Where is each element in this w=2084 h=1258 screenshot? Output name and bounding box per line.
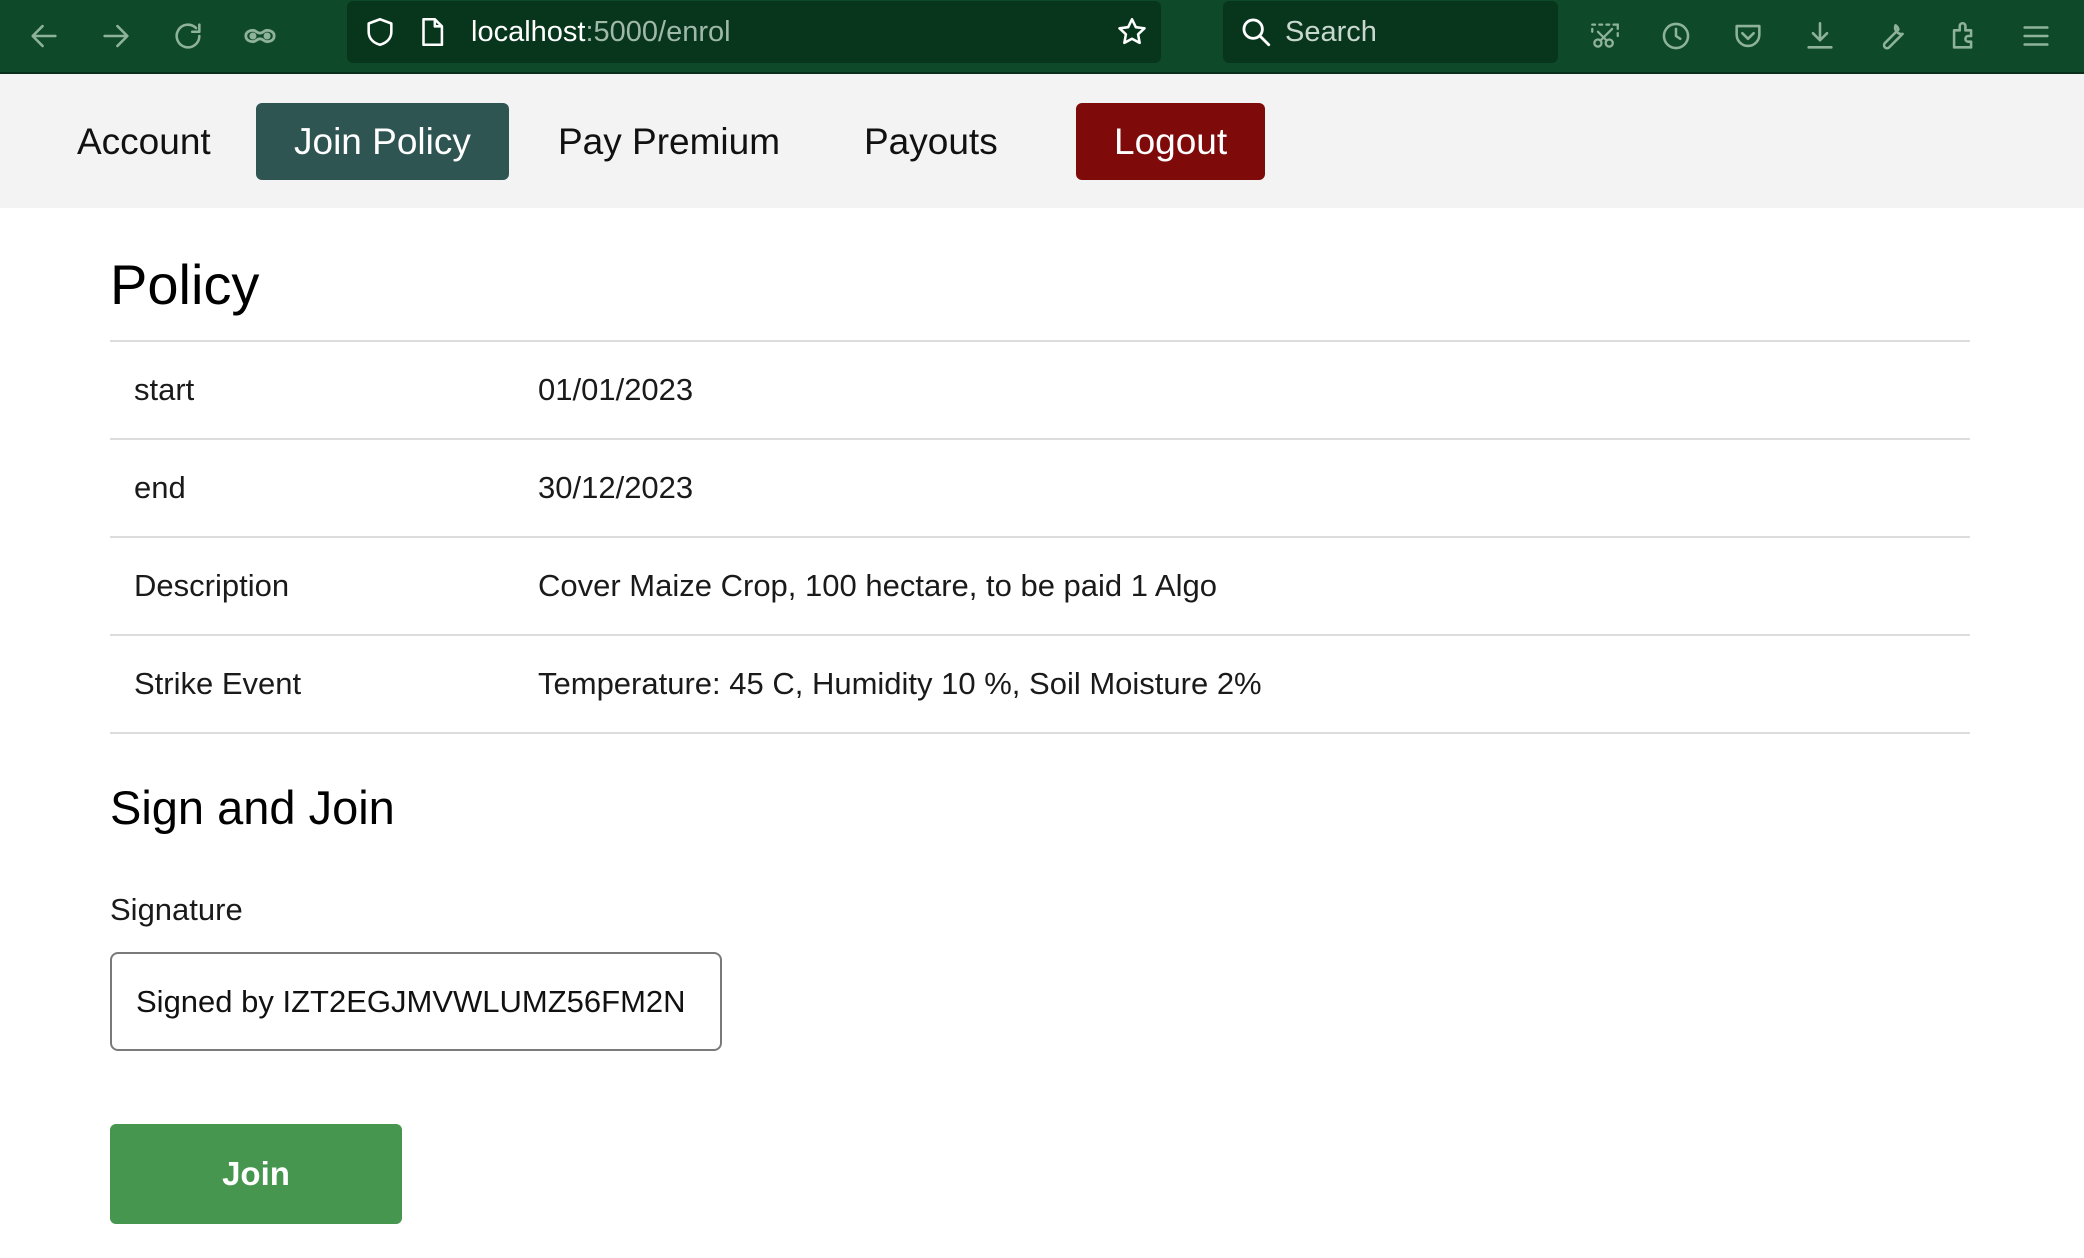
- url-text[interactable]: localhost:5000/enrol: [471, 15, 731, 49]
- row-value: Cover Maize Crop, 100 hectare, to be pai…: [538, 568, 1217, 603]
- table-row: Strike Event Temperature: 45 C, Humidity…: [110, 636, 1970, 734]
- url-host: localhost: [471, 16, 586, 48]
- search-icon: [1239, 15, 1273, 49]
- row-value: 30/12/2023: [538, 470, 694, 505]
- row-value: 01/01/2023: [538, 372, 694, 407]
- row-key: start: [134, 372, 195, 407]
- table-row: Description Cover Maize Crop, 100 hectar…: [110, 538, 1970, 636]
- back-arrow-icon[interactable]: [21, 13, 67, 59]
- row-value: Temperature: 45 C, Humidity 10 %, Soil M…: [538, 666, 1262, 701]
- history-clock-icon[interactable]: [1653, 13, 1699, 59]
- bookmark-star-icon[interactable]: [1115, 15, 1149, 49]
- nav-account[interactable]: Account: [39, 103, 249, 180]
- browser-toolbar: localhost:5000/enrol Search: [0, 0, 2084, 74]
- wrench-icon[interactable]: [1869, 13, 1915, 59]
- shield-icon[interactable]: [363, 15, 397, 49]
- table-row: start 01/01/2023: [110, 342, 1970, 440]
- join-button[interactable]: Join: [110, 1124, 402, 1224]
- pocket-icon[interactable]: [1725, 13, 1771, 59]
- reload-icon[interactable]: [165, 13, 211, 59]
- private-mask-icon[interactable]: [237, 13, 283, 59]
- download-icon[interactable]: [1797, 13, 1843, 59]
- page-title: Policy: [110, 253, 260, 316]
- signature-label: Signature: [110, 892, 243, 927]
- url-path: :5000/enrol: [585, 16, 731, 48]
- screenshot-icon[interactable]: [1582, 13, 1628, 59]
- section-title-sign-and-join: Sign and Join: [110, 781, 395, 834]
- forward-arrow-icon[interactable]: [93, 13, 139, 59]
- app-navbar: Account Join Policy Pay Premium Payouts …: [0, 74, 2084, 208]
- logout-button[interactable]: Logout: [1076, 103, 1266, 180]
- address-bar[interactable]: localhost:5000/enrol: [347, 1, 1161, 63]
- page-icon: [415, 15, 449, 49]
- table-row: end 30/12/2023: [110, 440, 1970, 538]
- row-key: end: [134, 470, 186, 505]
- hamburger-menu-icon[interactable]: [2013, 13, 2059, 59]
- nav-payouts[interactable]: Payouts: [826, 103, 1036, 180]
- extensions-icon[interactable]: [1941, 13, 1987, 59]
- nav-join-policy[interactable]: Join Policy: [256, 103, 509, 180]
- row-key: Strike Event: [134, 666, 302, 701]
- row-key: Description: [134, 568, 290, 603]
- policy-table: start 01/01/2023 end 30/12/2023 Descript…: [110, 340, 1970, 734]
- search-placeholder: Search: [1285, 16, 1377, 48]
- nav-pay-premium[interactable]: Pay Premium: [520, 103, 818, 180]
- search-bar[interactable]: Search: [1223, 1, 1558, 63]
- signature-input[interactable]: [110, 952, 722, 1051]
